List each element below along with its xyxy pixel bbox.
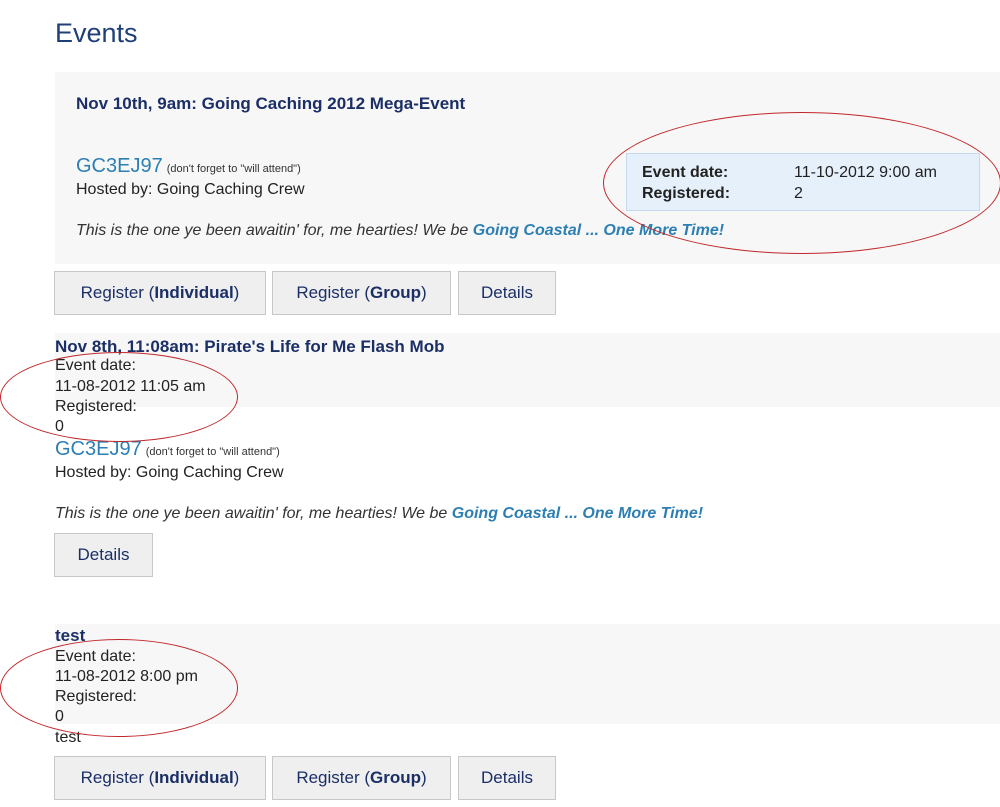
event-date-value: 11-08-2012 11:05 am [55, 378, 206, 395]
description-text: This is the one ye been awaitin' for, me… [76, 222, 473, 239]
register-individual-button[interactable]: Register (Individual) [54, 271, 266, 315]
btn-label-prefix: Register ( [80, 768, 155, 787]
btn-label-suffix: ) [233, 283, 240, 302]
registered-value: 0 [55, 708, 64, 725]
hosted-by: Hosted by: Going Caching Crew [76, 181, 305, 198]
event-info-box: Event date: 11-10-2012 9:00 am Registere… [626, 153, 980, 211]
gc-code-line: GC3EJ97 (don't forget to "will attend") [55, 438, 280, 461]
btn-label-prefix: Register ( [296, 283, 370, 302]
description-link[interactable]: Going Coastal ... One More Time! [473, 222, 724, 239]
hosted-by: Hosted by: Going Caching Crew [55, 464, 284, 481]
registered-value: 2 [794, 185, 803, 202]
event-description: test [55, 729, 81, 746]
page-title: Events [55, 18, 138, 48]
details-button[interactable]: Details [458, 271, 556, 315]
btn-label-suffix: ) [421, 768, 427, 787]
details-button[interactable]: Details [458, 756, 556, 800]
registered-value: 0 [55, 418, 64, 435]
event-date-value: 11-08-2012 8:00 pm [55, 668, 198, 685]
attend-note: (don't forget to "will attend") [145, 446, 280, 458]
register-group-button[interactable]: Register (Group) [272, 271, 451, 315]
event-date-label: Event date: [55, 357, 136, 374]
attend-note: (don't forget to "will attend") [166, 163, 301, 175]
registered-label: Registered: [642, 185, 731, 202]
btn-label-suffix: ) [421, 283, 427, 302]
btn-label-prefix: Register ( [296, 768, 370, 787]
btn-label-bold: Individual [154, 768, 234, 787]
register-group-button[interactable]: Register (Group) [272, 756, 451, 800]
event-date-label: Event date: [55, 648, 136, 665]
description-text: This is the one ye been awaitin' for, me… [55, 505, 452, 522]
btn-label-prefix: Register ( [80, 283, 155, 302]
event-date-value: 11-10-2012 9:00 am [794, 164, 937, 181]
event-title[interactable]: test [55, 626, 85, 646]
register-individual-button[interactable]: Register (Individual) [54, 756, 266, 800]
event-description: This is the one ye been awaitin' for, me… [76, 222, 724, 240]
details-button[interactable]: Details [54, 533, 153, 577]
registered-label: Registered: [55, 398, 137, 415]
event-title[interactable]: Nov 10th, 9am: Going Caching 2012 Mega-E… [76, 94, 465, 114]
registered-label: Registered: [55, 688, 137, 705]
event-title[interactable]: Nov 8th, 11:08am: Pirate's Life for Me F… [55, 337, 444, 357]
btn-label-bold: Individual [154, 283, 234, 302]
gc-code-link[interactable]: GC3EJ97 [55, 438, 142, 460]
btn-label-bold: Group [370, 283, 421, 302]
gc-code-line: GC3EJ97 (don't forget to "will attend") [76, 155, 301, 178]
btn-label-suffix: ) [233, 768, 240, 787]
event-description: This is the one ye been awaitin' for, me… [55, 505, 703, 523]
description-link[interactable]: Going Coastal ... One More Time! [452, 505, 703, 522]
event-date-label: Event date: [642, 164, 729, 181]
btn-label-bold: Group [370, 768, 421, 787]
gc-code-link[interactable]: GC3EJ97 [76, 155, 163, 177]
